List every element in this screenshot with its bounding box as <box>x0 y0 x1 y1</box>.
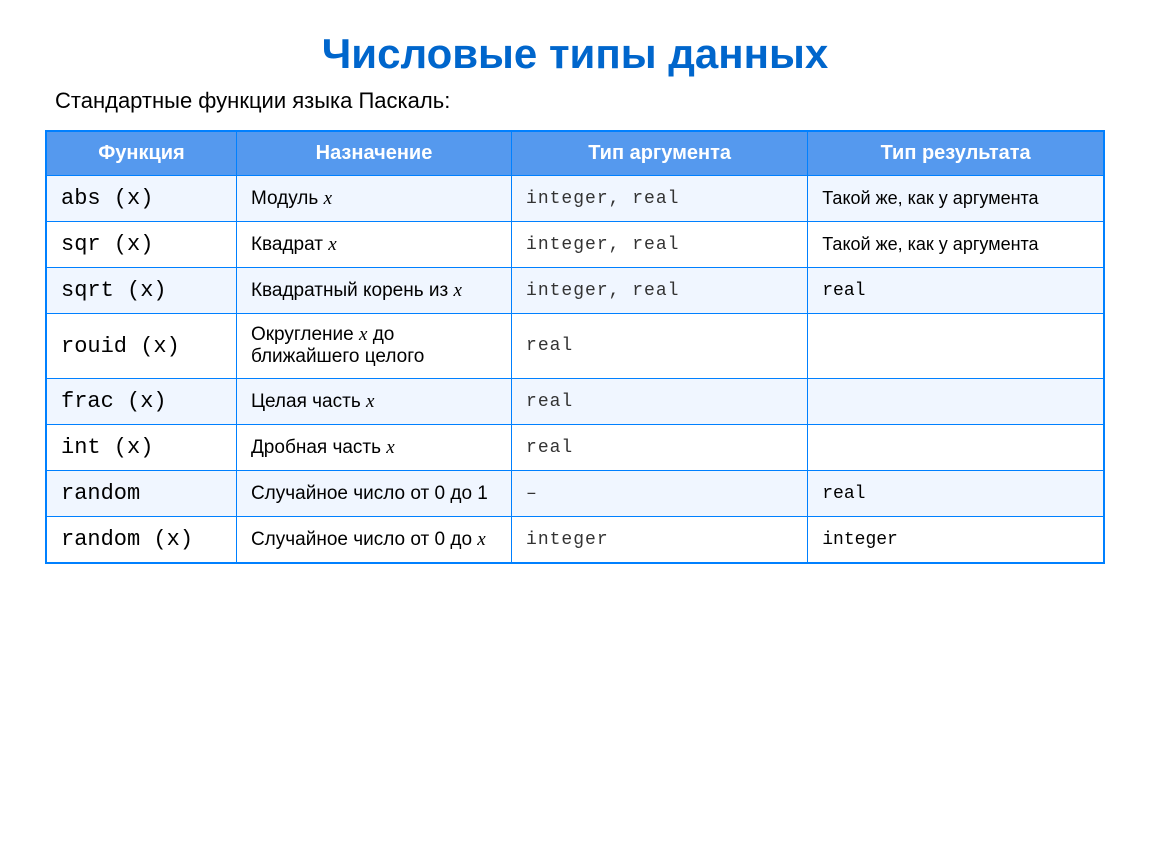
cell-desc: Случайное число от 0 до 1 <box>236 471 511 517</box>
table-row: rouid (x)Округление x до ближайшего цело… <box>46 314 1104 379</box>
cell-result: Такой же, как у аргумента <box>808 222 1104 268</box>
cell-desc: Дробная часть x <box>236 425 511 471</box>
table-row: randomСлучайное число от 0 до 1–real <box>46 471 1104 517</box>
cell-result: real <box>808 268 1104 314</box>
cell-arg: real <box>512 425 808 471</box>
cell-func: random <box>46 471 236 517</box>
cell-func: int (x) <box>46 425 236 471</box>
cell-func: abs (x) <box>46 176 236 222</box>
cell-arg: real <box>512 379 808 425</box>
cell-arg: integer, real <box>512 176 808 222</box>
table-row: random (x)Случайное число от 0 до xinteg… <box>46 517 1104 564</box>
cell-desc: Целая часть x <box>236 379 511 425</box>
cell-arg: – <box>512 471 808 517</box>
table-row: sqrt (x)Квадратный корень из xinteger, r… <box>46 268 1104 314</box>
header-desc: Назначение <box>236 131 511 176</box>
cell-desc: Случайное число от 0 до x <box>236 517 511 564</box>
cell-func: sqr (x) <box>46 222 236 268</box>
cell-arg: real <box>512 314 808 379</box>
cell-desc: Округление x до ближайшего целого <box>236 314 511 379</box>
cell-result: real <box>808 471 1104 517</box>
cell-func: rouid (x) <box>46 314 236 379</box>
cell-func: random (x) <box>46 517 236 564</box>
cell-func: frac (x) <box>46 379 236 425</box>
header-result: Тип результата <box>808 131 1104 176</box>
cell-arg: integer, real <box>512 268 808 314</box>
cell-arg: integer, real <box>512 222 808 268</box>
cell-desc: Квадратный корень из x <box>236 268 511 314</box>
table-header-row: Функция Назначение Тип аргумента Тип рез… <box>46 131 1104 176</box>
table-row: frac (x)Целая часть xreal <box>46 379 1104 425</box>
header-arg: Тип аргумента <box>512 131 808 176</box>
page-title: Числовые типы данных <box>322 30 828 78</box>
table-container: Функция Назначение Тип аргумента Тип рез… <box>45 130 1105 564</box>
table-row: int (x)Дробная часть xreal <box>46 425 1104 471</box>
cell-result <box>808 379 1104 425</box>
cell-result <box>808 314 1104 379</box>
subtitle: Стандартные функции языка Паскаль: <box>45 88 1105 114</box>
cell-result: integer <box>808 517 1104 564</box>
cell-desc: Модуль x <box>236 176 511 222</box>
functions-table: Функция Назначение Тип аргумента Тип рез… <box>45 130 1105 564</box>
cell-desc: Квадрат x <box>236 222 511 268</box>
cell-func: sqrt (x) <box>46 268 236 314</box>
cell-arg: integer <box>512 517 808 564</box>
cell-result <box>808 425 1104 471</box>
cell-result: Такой же, как у аргумента <box>808 176 1104 222</box>
header-func: Функция <box>46 131 236 176</box>
table-row: sqr (x)Квадрат xinteger, realТакой же, к… <box>46 222 1104 268</box>
table-row: abs (x)Модуль xinteger, realТакой же, ка… <box>46 176 1104 222</box>
